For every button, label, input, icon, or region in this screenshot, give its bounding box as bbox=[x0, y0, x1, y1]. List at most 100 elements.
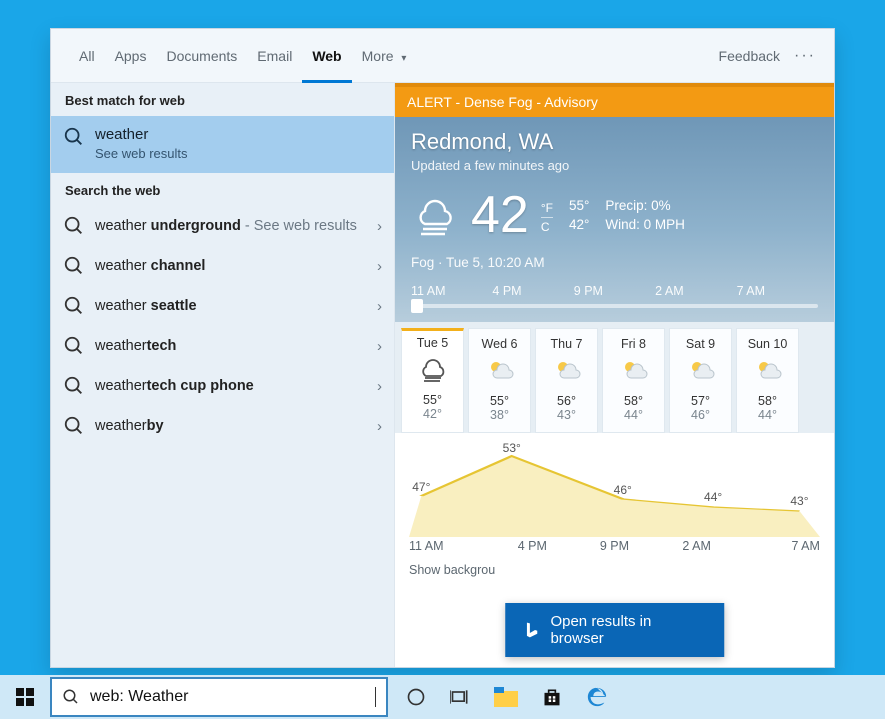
chevron-right-icon[interactable]: › bbox=[377, 378, 382, 395]
city-name: Redmond, WA bbox=[411, 129, 818, 155]
graph-point-label: 46° bbox=[614, 483, 632, 497]
forecast-tile[interactable]: Sat 9 57° 46° bbox=[669, 328, 732, 433]
tab-apps[interactable]: Apps bbox=[105, 29, 157, 83]
bing-icon bbox=[523, 621, 541, 639]
forecast-tile[interactable]: Thu 7 56° 43° bbox=[535, 328, 598, 433]
graph-x-label: 11 AM bbox=[409, 539, 491, 553]
forecast-high: 58° bbox=[737, 394, 798, 408]
unit-c[interactable]: C bbox=[541, 220, 553, 234]
weather-icon bbox=[552, 372, 582, 386]
forecast-tile[interactable]: Tue 5 55° 42° bbox=[401, 328, 464, 433]
today-high: 55° bbox=[569, 198, 589, 213]
tab-email[interactable]: Email bbox=[247, 29, 302, 83]
forecast-low: 44° bbox=[603, 408, 664, 422]
forecast-low: 42° bbox=[402, 407, 463, 421]
hour-slider[interactable]: 11 AM4 PM9 PM2 AM7 AM bbox=[411, 284, 818, 308]
weather-alert[interactable]: ALERT - Dense Fog - Advisory bbox=[395, 83, 834, 117]
taskbar-search[interactable] bbox=[50, 677, 388, 717]
show-background-link[interactable]: Show backgrou bbox=[395, 557, 834, 587]
tab-all[interactable]: All bbox=[69, 29, 105, 83]
open-in-browser-button[interactable]: Open results in browser bbox=[505, 603, 725, 657]
forecast-day: Sun 10 bbox=[737, 337, 798, 351]
graph-point-label: 43° bbox=[790, 494, 808, 508]
hour-label: 11 AM bbox=[411, 284, 492, 298]
forecast-tile[interactable]: Fri 8 58° 44° bbox=[602, 328, 665, 433]
tab-more[interactable]: More ▾ bbox=[352, 29, 417, 83]
search-web-header: Search the web bbox=[51, 173, 394, 206]
weather-icon bbox=[619, 372, 649, 386]
forecast-day: Fri 8 bbox=[603, 337, 664, 351]
slider-thumb[interactable] bbox=[411, 299, 423, 313]
suggestion-item[interactable]: weather underground - See web results › bbox=[51, 206, 394, 246]
forecast-day: Thu 7 bbox=[536, 337, 597, 351]
chevron-right-icon[interactable]: › bbox=[377, 258, 382, 275]
forecast-high: 55° bbox=[469, 394, 530, 408]
forecast-day: Wed 6 bbox=[469, 337, 530, 351]
edge-icon[interactable] bbox=[586, 686, 608, 708]
tab-more-label: More bbox=[362, 48, 394, 64]
wind-label: Wind: 0 MPH bbox=[605, 217, 685, 232]
best-match-title: weather bbox=[95, 126, 188, 143]
search-icon bbox=[63, 255, 85, 277]
suggestion-text: weathertech bbox=[95, 338, 367, 354]
taskbar-search-input[interactable] bbox=[90, 688, 365, 706]
search-icon bbox=[63, 295, 85, 317]
tab-documents[interactable]: Documents bbox=[156, 29, 247, 83]
feedback-link[interactable]: Feedback bbox=[719, 48, 780, 64]
forecast-low: 38° bbox=[469, 408, 530, 422]
search-icon bbox=[63, 126, 85, 148]
updated-time: Updated a few minutes ago bbox=[411, 158, 818, 173]
suggestion-text: weather seattle bbox=[95, 298, 367, 314]
best-match-subtitle: See web results bbox=[95, 146, 188, 161]
forecast-high: 55° bbox=[402, 393, 463, 407]
suggestion-text: weatherby bbox=[95, 418, 367, 434]
suggestion-text: weather channel bbox=[95, 258, 367, 274]
chevron-down-icon: ▾ bbox=[401, 53, 406, 64]
task-view-icon[interactable] bbox=[450, 687, 470, 707]
chevron-right-icon[interactable]: › bbox=[823, 511, 830, 534]
chevron-right-icon[interactable]: › bbox=[377, 418, 382, 435]
graph-x-label: 9 PM bbox=[573, 539, 655, 553]
suggestion-item[interactable]: weather seattle › bbox=[51, 286, 394, 326]
chevron-right-icon[interactable]: › bbox=[377, 298, 382, 315]
suggestion-item[interactable]: weatherby › bbox=[51, 406, 394, 446]
graph-point-label: 47° bbox=[412, 480, 430, 494]
forecast-tile[interactable]: Sun 10 58° 44° bbox=[736, 328, 799, 433]
precip-label: Precip: 0% bbox=[605, 198, 685, 213]
condition-line: Fog · Tue 5, 10:20 AM bbox=[411, 255, 818, 270]
open-in-browser-label: Open results in browser bbox=[550, 613, 706, 647]
forecast-high: 57° bbox=[670, 394, 731, 408]
start-button[interactable] bbox=[0, 675, 50, 719]
best-match-item[interactable]: weather See web results bbox=[51, 116, 394, 173]
search-icon bbox=[62, 688, 80, 706]
graph-x-label: 2 AM bbox=[656, 539, 738, 553]
windows-icon bbox=[16, 688, 34, 706]
tab-web[interactable]: Web bbox=[302, 29, 351, 83]
unit-toggle[interactable]: °F C bbox=[541, 201, 553, 234]
file-explorer-icon[interactable] bbox=[494, 687, 518, 707]
suggestion-item[interactable]: weathertech cup phone › bbox=[51, 366, 394, 406]
hour-label: 4 PM bbox=[492, 284, 573, 298]
scope-tabs: All Apps Documents Email Web More ▾ Feed… bbox=[51, 29, 834, 83]
suggestion-text: weathertech cup phone bbox=[95, 378, 367, 394]
search-icon bbox=[63, 375, 85, 397]
fog-icon bbox=[411, 191, 459, 239]
search-icon bbox=[63, 215, 85, 237]
weather-icon bbox=[418, 371, 448, 385]
weather-icon bbox=[485, 372, 515, 386]
forecast-tile[interactable]: Wed 6 55° 38° bbox=[468, 328, 531, 433]
chevron-right-icon[interactable]: › bbox=[377, 338, 382, 355]
suggestion-item[interactable]: weather channel › bbox=[51, 246, 394, 286]
unit-f[interactable]: °F bbox=[541, 201, 553, 218]
cortana-icon[interactable] bbox=[406, 687, 426, 707]
graph-point-label: 53° bbox=[503, 441, 521, 455]
search-icon bbox=[63, 335, 85, 357]
chevron-right-icon[interactable]: › bbox=[377, 218, 382, 235]
suggestion-item[interactable]: weathertech › bbox=[51, 326, 394, 366]
forecast-day: Tue 5 bbox=[402, 336, 463, 350]
forecast-low: 46° bbox=[670, 408, 731, 422]
forecast-tiles: Tue 5 55° 42° Wed 6 55° 38° Thu 7 56° 43… bbox=[395, 322, 834, 433]
store-icon[interactable] bbox=[542, 687, 562, 707]
more-options-icon[interactable]: ··· bbox=[794, 47, 816, 65]
search-icon bbox=[63, 415, 85, 437]
